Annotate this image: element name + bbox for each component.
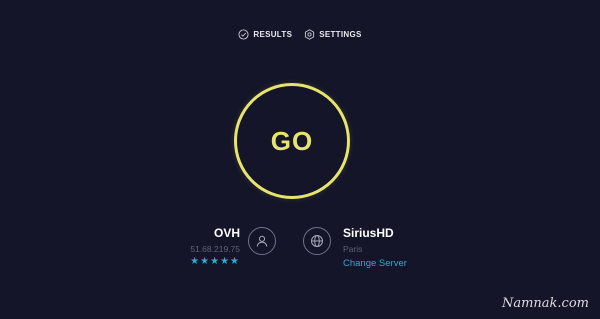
- results-label: RESULTS: [253, 29, 293, 39]
- results-nav-item[interactable]: RESULTS: [238, 28, 293, 40]
- globe-icon: [303, 227, 331, 255]
- user-icon: [248, 227, 276, 255]
- go-label: GO: [270, 125, 314, 156]
- isp-name: OVH: [213, 226, 240, 240]
- top-nav: RESULTS SETTINGS: [0, 27, 600, 41]
- settings-nav-item[interactable]: SETTINGS: [304, 28, 362, 40]
- server-info: SiriusHD Paris Change Server: [343, 226, 407, 269]
- gear-icon: [304, 28, 315, 40]
- change-server-link[interactable]: Change Server: [343, 258, 407, 269]
- isp-rating-stars[interactable]: ★★★★★: [190, 256, 240, 268]
- server-city: Paris: [343, 244, 363, 254]
- check-circle-icon: [238, 28, 249, 40]
- isp-info: OVH 51.68.219.75 ★★★★★: [190, 226, 240, 268]
- server-name: SiriusHD: [343, 226, 394, 240]
- settings-label: SETTINGS: [319, 29, 362, 39]
- watermark: Namnak.com: [501, 296, 589, 311]
- isp-ip-address: 51.68.219.75: [190, 244, 240, 254]
- go-button[interactable]: GO: [234, 83, 350, 199]
